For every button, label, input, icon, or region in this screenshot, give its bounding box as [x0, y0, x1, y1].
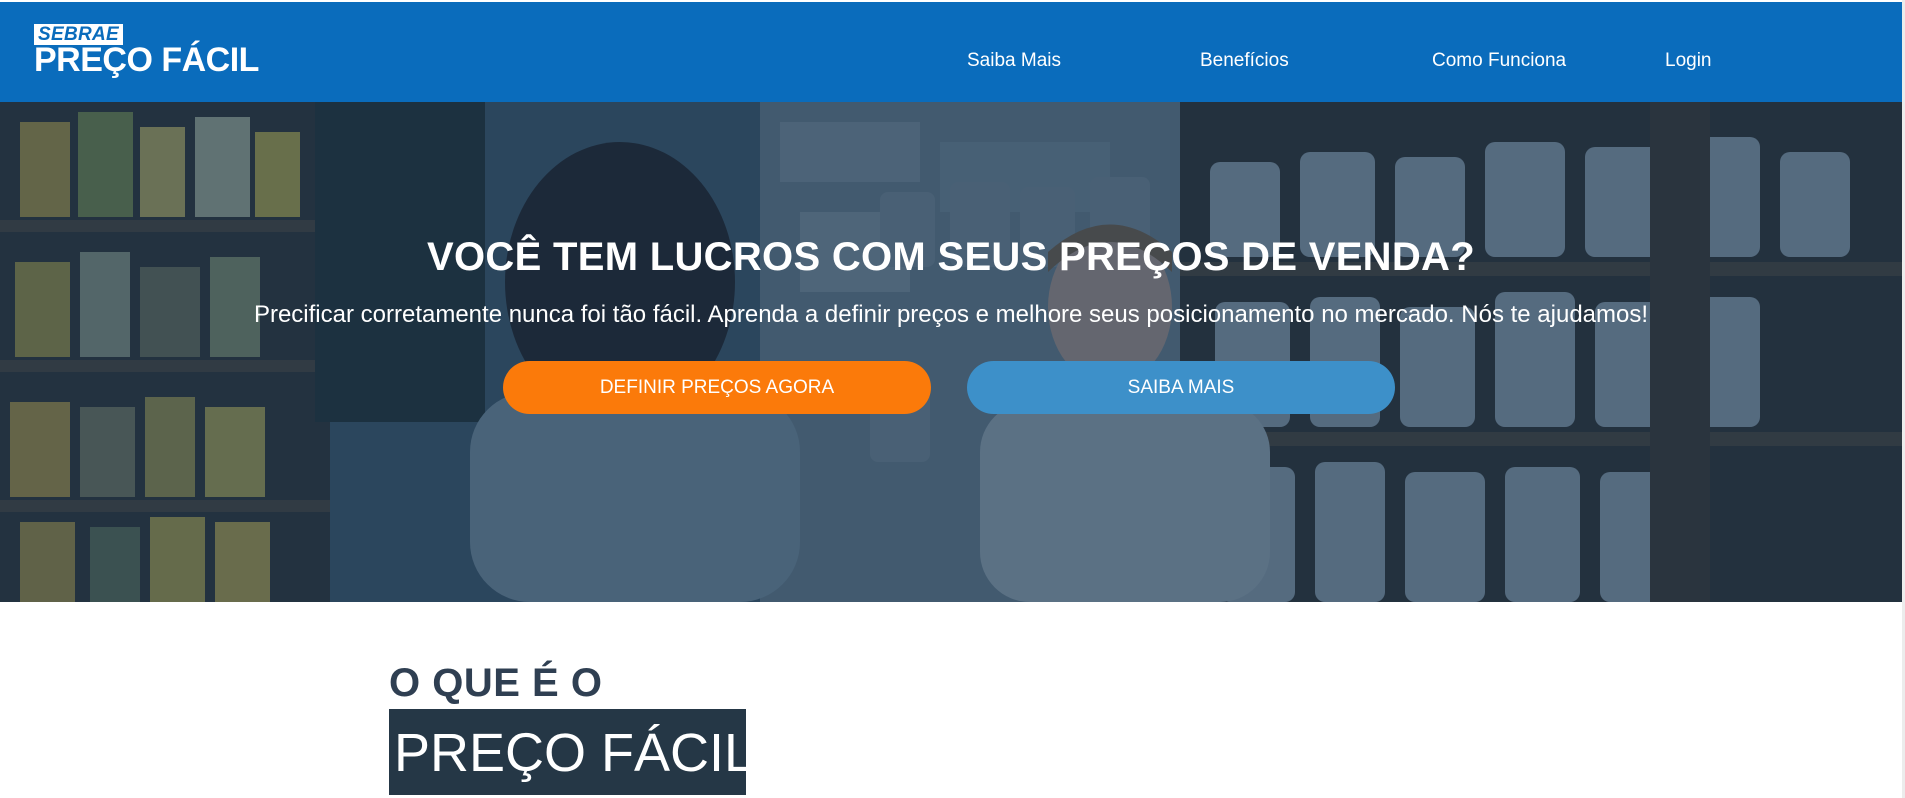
learn-more-button[interactable]: SAIBA MAIS — [967, 361, 1395, 414]
hero-title: VOCÊ TEM LUCROS COM SEUS PREÇOS DE VENDA… — [427, 235, 1475, 279]
nav-link-login[interactable]: Login — [1665, 50, 1712, 72]
brand-logo[interactable]: SEBRAE PREÇO FÁCIL — [34, 24, 296, 78]
about-pre-heading: O QUE É O — [389, 661, 603, 705]
nav-link-beneficios[interactable]: Benefícios — [1200, 50, 1289, 72]
page: SEBRAE PREÇO FÁCIL Saiba Mais Benefícios… — [0, 0, 1905, 798]
hero-overlay — [0, 102, 1902, 602]
nav-link-saiba-mais[interactable]: Saiba Mais — [967, 50, 1061, 72]
hero-banner: VOCÊ TEM LUCROS COM SEUS PREÇOS DE VENDA… — [0, 102, 1902, 602]
hero-subtitle: Precificar corretamente nunca foi tão fá… — [253, 301, 1649, 328]
about-heading-box: PREÇO FÁCIL — [389, 709, 754, 795]
nav-link-como-funciona[interactable]: Como Funciona — [1432, 50, 1566, 72]
top-navbar: SEBRAE PREÇO FÁCIL Saiba Mais Benefícios… — [0, 2, 1902, 102]
logo-preco-facil-text: PREÇO FÁCIL — [34, 41, 259, 79]
define-prices-button[interactable]: DEFINIR PREÇOS AGORA — [503, 361, 931, 414]
about-heading: PREÇO FÁCIL — [394, 723, 755, 783]
